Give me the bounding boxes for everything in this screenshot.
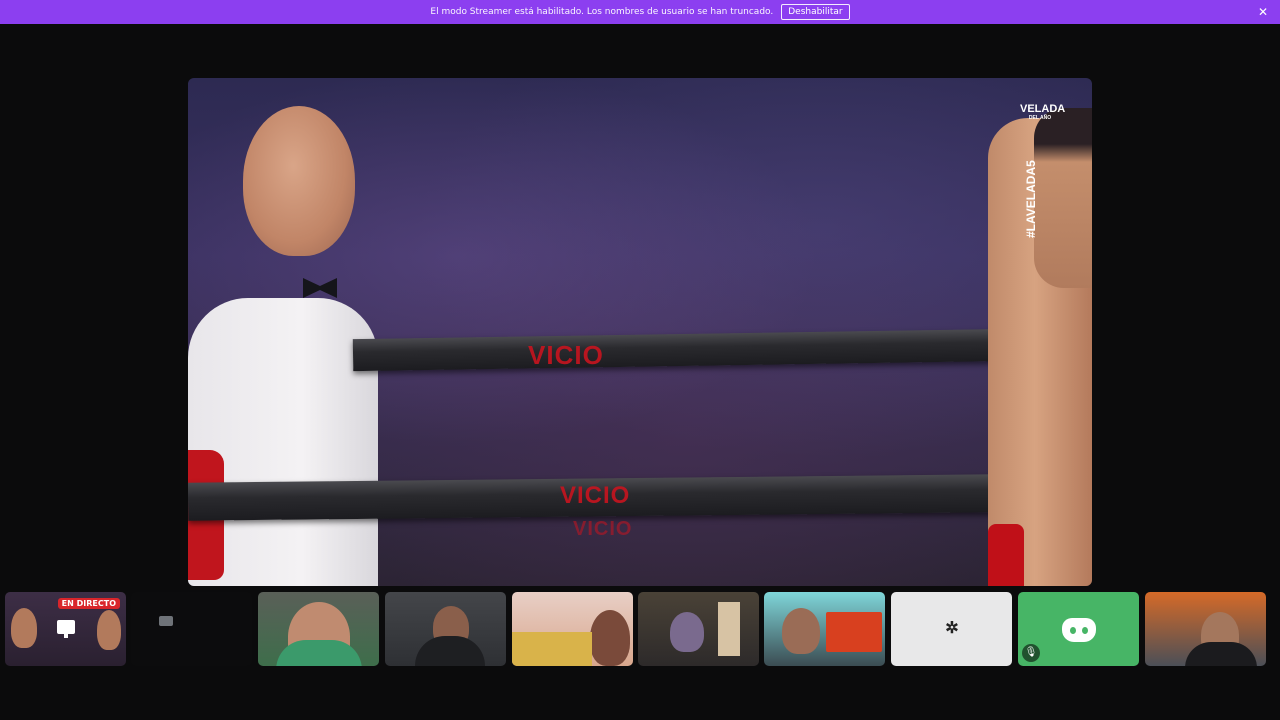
participant-discord-tile[interactable]: 🎙 bbox=[1018, 592, 1139, 666]
main-stream-video[interactable]: VICIO VICIO VICIO VELADA DEL AÑO #LAVELA… bbox=[188, 78, 1092, 586]
wall-sign bbox=[718, 602, 740, 656]
participant-avatar-tile[interactable]: ✲ bbox=[891, 592, 1012, 666]
participant-tile[interactable] bbox=[385, 592, 506, 666]
mic-muted-icon: 🎙 bbox=[1022, 644, 1040, 662]
thumbnail-figure bbox=[97, 610, 121, 650]
stream-thumbnail-tile[interactable]: EN DIRECTO bbox=[5, 592, 126, 666]
participant-shirt bbox=[1185, 642, 1257, 666]
participant-strip: EN DIRECTO ✲ 🎙 bbox=[0, 592, 1280, 667]
event-logo-subtitle: DEL AÑO bbox=[1028, 115, 1052, 121]
participant-tile[interactable] bbox=[512, 592, 633, 666]
event-hashtag: #LAVELADA5 bbox=[1024, 160, 1038, 238]
fireplace-screen bbox=[826, 612, 882, 652]
live-badge: EN DIRECTO bbox=[57, 598, 120, 609]
rope-sponsor-text: VICIO bbox=[528, 340, 604, 370]
event-logo: VELADA DEL AÑO bbox=[1020, 104, 1065, 122]
participant-tile[interactable] bbox=[131, 592, 252, 666]
rope-sponsor-text: VICIO bbox=[560, 482, 631, 509]
participant-person bbox=[590, 610, 630, 666]
event-logo-title: VELADA bbox=[1020, 103, 1066, 115]
thumbnail-figure bbox=[11, 608, 37, 648]
rope-sponsor-text: VICIO bbox=[573, 518, 633, 540]
participant-person bbox=[670, 612, 704, 652]
participant-person bbox=[782, 608, 820, 654]
participant-tile[interactable] bbox=[764, 592, 885, 666]
participant-shirt bbox=[415, 636, 485, 666]
close-icon[interactable]: ✕ bbox=[1256, 5, 1270, 19]
streamer-mode-banner: El modo Streamer está habilitado. Los no… bbox=[0, 0, 1280, 24]
participant-tile[interactable] bbox=[638, 592, 759, 666]
screen-glow bbox=[159, 616, 173, 626]
referee-head bbox=[243, 106, 355, 256]
blanket bbox=[512, 632, 592, 666]
server-avatar: ✲ bbox=[945, 618, 959, 637]
screen-share-icon bbox=[57, 620, 75, 638]
red-glove-right bbox=[988, 524, 1024, 586]
participant-tile[interactable] bbox=[258, 592, 379, 666]
fighter-head bbox=[1034, 108, 1092, 288]
streamer-mode-message: El modo Streamer está habilitado. Los no… bbox=[430, 7, 774, 17]
participant-tile[interactable] bbox=[1145, 592, 1266, 666]
disable-streamer-mode-button[interactable]: Deshabilitar bbox=[781, 4, 850, 20]
discord-icon bbox=[1062, 618, 1096, 642]
